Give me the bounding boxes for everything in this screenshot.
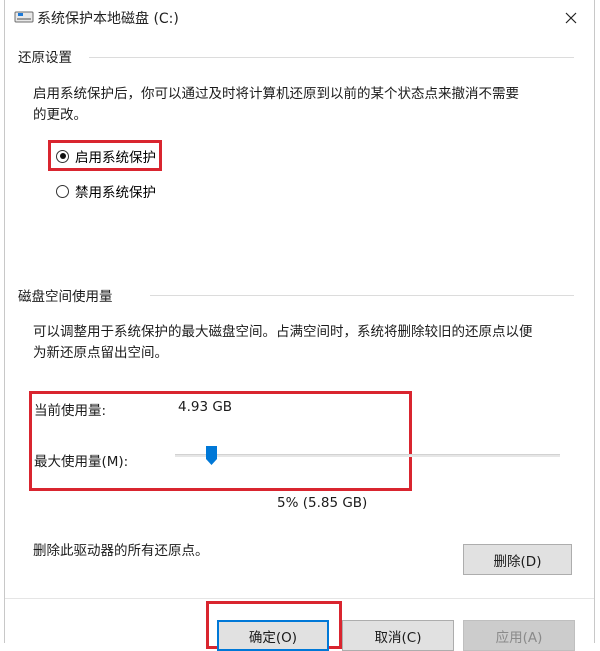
slider-readout: 5% (5.85 GB) — [277, 495, 368, 511]
current-usage-value: 4.93 GB — [178, 399, 233, 415]
description-line: 可以调整用于系统保护的最大磁盘空间。占满空间时，系统将删除较旧的还原点以便 — [33, 324, 533, 340]
restore-settings-group-label: 还原设置 — [18, 50, 72, 66]
radio-selected-icon — [56, 149, 69, 163]
close-icon — [565, 12, 577, 24]
apply-button[interactable]: 应用(A) — [463, 620, 575, 651]
close-button[interactable] — [548, 0, 594, 36]
disk-usage-group-label: 磁盘空间使用量 — [18, 289, 113, 305]
footer-divider — [5, 598, 594, 599]
enable-protection-radio[interactable]: 启用系统保护 — [56, 145, 156, 167]
ok-button[interactable]: 确定(O) — [217, 620, 329, 651]
disable-protection-radio[interactable]: 禁用系统保护 — [56, 180, 156, 202]
current-usage-label: 当前使用量: — [34, 403, 107, 419]
title-bar: 系统保护本地磁盘 (C:) — [5, 0, 594, 36]
radio-label: 启用系统保护 — [75, 150, 156, 166]
max-usage-label: 最大使用量(M): — [34, 454, 129, 470]
delete-description: 删除此驱动器的所有还原点。 — [33, 543, 209, 559]
disk-usage-description: 可以调整用于系统保护的最大磁盘空间。占满空间时，系统将删除较旧的还原点以便 为新… — [33, 322, 533, 364]
description-line: 启用系统保护后，你可以通过及时将计算机还原到以前的某个状态点来撤消不需要 — [33, 86, 519, 102]
restore-settings-description: 启用系统保护后，你可以通过及时将计算机还原到以前的某个状态点来撤消不需要 的更改… — [33, 84, 519, 126]
slider-track — [175, 454, 560, 457]
description-line: 的更改。 — [33, 107, 87, 123]
delete-button[interactable]: 删除(D) — [463, 544, 572, 575]
group-divider — [150, 295, 574, 296]
slider-thumb[interactable] — [206, 446, 218, 465]
group-divider — [89, 57, 574, 58]
radio-label: 禁用系统保护 — [75, 185, 156, 201]
max-usage-slider[interactable] — [175, 446, 560, 468]
drive-icon — [14, 11, 34, 23]
dialog-window: 系统保护本地磁盘 (C:) 还原设置 启用系统保护后，你可以通过及时将计算机还原… — [4, 0, 595, 651]
window-title: 系统保护本地磁盘 (C:) — [37, 11, 179, 27]
description-line: 为新还原点留出空间。 — [33, 345, 168, 361]
radio-unselected-icon — [56, 184, 69, 198]
cancel-button[interactable]: 取消(C) — [342, 620, 454, 651]
